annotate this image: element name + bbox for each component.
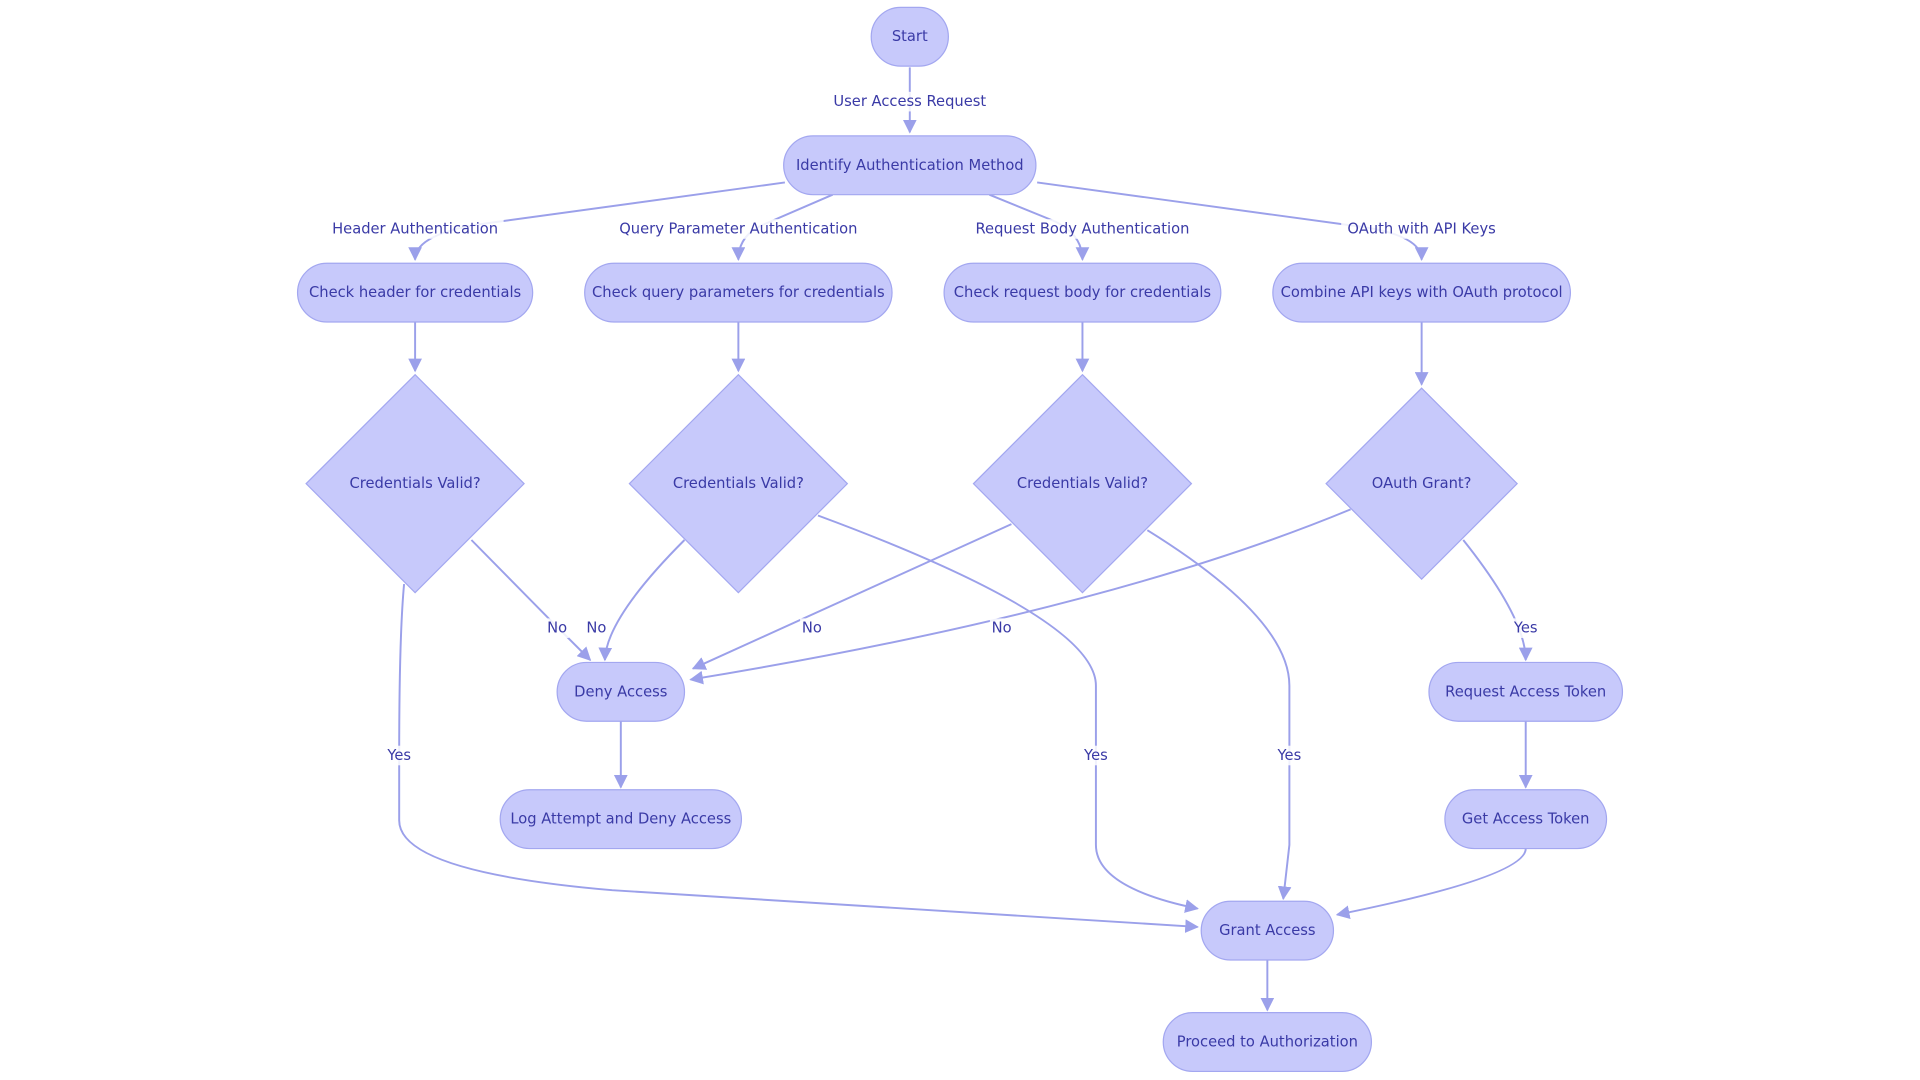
edge-label-user-access-request: User Access Request <box>833 93 986 110</box>
edge-valid-query-to-deny <box>598 539 686 662</box>
edge-label-no: No <box>547 620 567 637</box>
node-deny[interactable]: Deny Access <box>556 661 686 722</box>
node-start[interactable]: Start <box>870 6 949 67</box>
node-label: Start <box>892 28 928 45</box>
edge-valid-query-to-grant <box>817 514 1199 913</box>
node-identify[interactable]: Identify Authentication Method <box>783 135 1037 196</box>
node-check-query[interactable]: Check query parameters for credentials <box>584 262 893 323</box>
edge-label-no: No <box>992 620 1012 637</box>
edge-valid-body-to-grant <box>1146 529 1292 901</box>
edges-layer <box>398 67 1533 1012</box>
node-label: Grant Access <box>1219 922 1315 939</box>
node-grant[interactable]: Grant Access <box>1200 900 1335 961</box>
node-request-token[interactable]: Request Access Token <box>1428 661 1624 722</box>
edge-label-request-body-authentication: Request Body Authentication <box>975 220 1189 237</box>
node-combine-oauth[interactable]: Combine API keys with OAuth protocol <box>1272 262 1572 323</box>
edge-get-token-to-grant <box>1335 848 1527 919</box>
edge-valid-header-to-grant <box>398 583 1199 934</box>
node-label: Check header for credentials <box>309 284 521 301</box>
node-proceed[interactable]: Proceed to Authorization <box>1162 1012 1373 1073</box>
node-label: Log Attempt and Deny Access <box>510 811 731 828</box>
flowchart-canvas: Start Identify Authentication Method Check… <box>296 6 1624 1073</box>
node-label: Request Access Token <box>1445 683 1606 700</box>
node-check-body[interactable]: Check request body for credentials <box>943 262 1222 323</box>
node-valid-body[interactable]: Credentials Valid? <box>972 373 1193 594</box>
edge-label-header-authentication: Header Authentication <box>332 220 498 237</box>
node-oauth-grant[interactable]: OAuth Grant? <box>1325 387 1519 581</box>
edge-label-no: No <box>802 620 822 637</box>
node-label: Proceed to Authorization <box>1177 1034 1358 1051</box>
edge-label-yes: Yes <box>1513 620 1538 637</box>
node-label: Credentials Valid? <box>673 475 804 492</box>
node-label: Identify Authentication Method <box>796 157 1024 174</box>
node-label: Credentials Valid? <box>350 475 481 492</box>
edge-label-yes: Yes <box>1083 747 1108 764</box>
edge-valid-header-to-deny <box>470 539 592 661</box>
node-label: Deny Access <box>574 683 667 700</box>
edge-label-oauth-with-api-keys: OAuth with API Keys <box>1347 220 1495 237</box>
edge-label-query-parameter-authentication: Query Parameter Authentication <box>619 220 857 237</box>
edge-label-no: No <box>586 620 606 637</box>
node-label: OAuth Grant? <box>1372 475 1472 492</box>
edge-label-yes: Yes <box>1277 747 1302 764</box>
node-label: Check request body for credentials <box>954 284 1211 301</box>
node-get-token[interactable]: Get Access Token <box>1444 789 1608 850</box>
node-log-deny[interactable]: Log Attempt and Deny Access <box>499 789 743 850</box>
node-label: Combine API keys with OAuth protocol <box>1281 284 1563 301</box>
node-label: Check query parameters for credentials <box>592 284 885 301</box>
edge-oauth-grant-to-request-token <box>1462 539 1533 662</box>
node-label: Credentials Valid? <box>1017 475 1148 492</box>
node-label: Get Access Token <box>1462 811 1590 828</box>
node-valid-query[interactable]: Credentials Valid? <box>628 373 849 594</box>
edge-label-yes: Yes <box>386 747 411 764</box>
node-check-header[interactable]: Check header for credentials <box>296 262 534 323</box>
